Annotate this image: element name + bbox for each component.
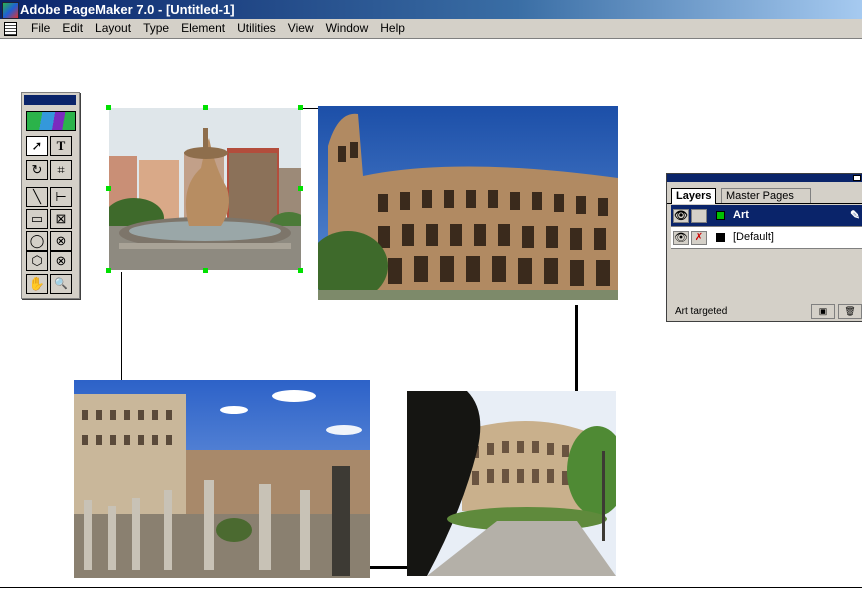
menu-layout[interactable]: Layout (89, 19, 137, 38)
rotate-tool-icon[interactable]: ↻ (26, 160, 48, 180)
menu-file[interactable]: File (25, 19, 56, 38)
rectangle-tool-icon[interactable]: ▭ (26, 209, 48, 229)
layer-color-swatch (716, 211, 725, 220)
connector-line[interactable] (575, 305, 578, 391)
photo-colosseum-view[interactable] (407, 391, 616, 576)
layer-name: [Default] (733, 231, 774, 243)
selection-handle[interactable] (106, 105, 111, 110)
layers-palette[interactable]: Layers Master Pages 👁 Art ✎ 👁 ✗ [Default… (666, 173, 862, 322)
layers-palette-title-bar[interactable] (667, 174, 862, 182)
ellipse-tool-icon[interactable]: ◯ (26, 231, 48, 251)
crop-tool-icon[interactable]: ⌗ (50, 160, 72, 180)
menu-edit[interactable]: Edit (56, 19, 89, 38)
lock-toggle-icon[interactable] (691, 209, 707, 223)
polygon-tool-icon[interactable]: ⬡ (26, 251, 48, 271)
connector-line[interactable] (368, 566, 408, 569)
window-title: Adobe PageMaker 7.0 - [Untitled-1] (20, 2, 235, 17)
toolbox-title-bar[interactable] (24, 95, 76, 105)
line-tool-icon[interactable]: ╲ (26, 187, 48, 207)
pagemaker-logo (26, 111, 76, 131)
visibility-eye-icon[interactable]: 👁 (673, 209, 689, 223)
constrained-line-tool-icon[interactable]: ⊢ (50, 187, 72, 207)
toolbox-palette[interactable]: ➚ T ↻ ⌗ ╲ ⊢ ▭ ⊠ ◯ ⊗ ⬡ ⊗ ✋ 🔍 (21, 92, 80, 299)
visibility-eye-icon[interactable]: 👁 (673, 231, 689, 245)
target-pen-icon: ✎ (849, 208, 860, 222)
selection-handle[interactable] (203, 105, 208, 110)
menu-bar: File Edit Layout Type Element Utilities … (0, 19, 862, 39)
colosseum-view-image (407, 391, 616, 576)
selection-handle[interactable] (106, 186, 111, 191)
pointer-tool-icon[interactable]: ➚ (26, 136, 48, 156)
menu-utilities[interactable]: Utilities (231, 19, 282, 38)
text-tool-icon[interactable]: T (50, 136, 72, 156)
new-layer-button[interactable]: ▣ (811, 304, 835, 319)
selection-handle[interactable] (203, 268, 208, 273)
pagemaker-app-icon[interactable] (2, 2, 19, 19)
menu-type[interactable]: Type (137, 19, 175, 38)
layer-row-art[interactable]: 👁 Art ✎ (671, 205, 862, 227)
document-control-icon[interactable] (4, 22, 17, 36)
menu-view[interactable]: View (282, 19, 320, 38)
rectangle-frame-tool-icon[interactable]: ⊠ (50, 209, 72, 229)
selection-handle[interactable] (298, 186, 303, 191)
forum-image (74, 380, 370, 578)
layer-status-text: Art targeted (675, 306, 728, 317)
hand-tool-icon[interactable]: ✋ (26, 274, 48, 294)
connector-line[interactable] (121, 272, 122, 380)
selection-handle[interactable] (106, 268, 111, 273)
polygon-frame-tool-icon[interactable]: ⊗ (50, 251, 72, 271)
selection-handle[interactable] (298, 105, 303, 110)
menu-help[interactable]: Help (374, 19, 411, 38)
title-bar: Adobe PageMaker 7.0 - [Untitled-1] (0, 0, 862, 19)
layer-row-default[interactable]: 👁 ✗ [Default] (671, 227, 862, 249)
selection-handle[interactable] (298, 268, 303, 273)
tab-master-pages[interactable]: Master Pages (721, 188, 811, 204)
layer-name: Art (733, 209, 749, 221)
menu-element[interactable]: Element (175, 19, 231, 38)
tab-layers[interactable]: Layers (671, 188, 717, 204)
page-edge (0, 587, 862, 588)
layer-color-swatch (716, 233, 725, 242)
lock-toggle-icon[interactable]: ✗ (691, 231, 707, 245)
palette-close-icon[interactable] (853, 175, 861, 181)
photo-colosseum[interactable] (318, 106, 618, 300)
colosseum-image (318, 106, 618, 300)
ellipse-frame-tool-icon[interactable]: ⊗ (50, 231, 72, 251)
zoom-tool-icon[interactable]: 🔍 (50, 274, 72, 294)
delete-layer-button[interactable]: 🗑 (838, 304, 862, 319)
fountain-image (109, 108, 301, 270)
photo-forum-ruins[interactable] (74, 380, 370, 578)
menu-window[interactable]: Window (320, 19, 375, 38)
photo-fountain[interactable] (109, 108, 301, 270)
